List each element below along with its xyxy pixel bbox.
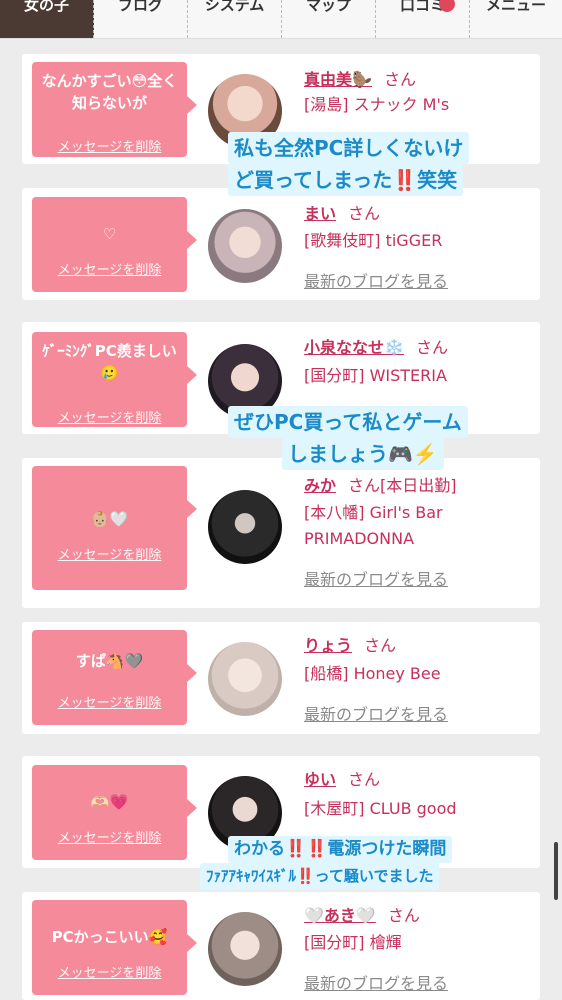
attendance-badge: [本日出勤] (380, 476, 457, 495)
delete-message-link[interactable]: メッセージを削除 (32, 827, 187, 846)
shop-info: [国分町] 檜輝 (304, 933, 402, 952)
name-line: まい さん (304, 200, 380, 224)
name-line: みか さん[本日出勤] (304, 472, 457, 496)
girl-name-link[interactable]: みか (304, 476, 336, 495)
honorific: さん (364, 636, 397, 655)
tab-menu[interactable]: メニュー (470, 0, 562, 38)
message-text: なんかすごい😳全く知らないが (41, 72, 178, 112)
caption-overlay: ﾌｧｱｱｷｬﾜｲｽｷﾞﾙ‼️って騒いでました (200, 863, 440, 890)
latest-blog-link[interactable]: 最新のブログを見る (304, 268, 448, 292)
shop-info: [本八幡] Girl's Bar PRIMADONNA (304, 503, 443, 548)
delete-message-link[interactable]: メッセージを削除 (32, 544, 187, 563)
message-bubble: なんかすごい😳全く知らないが メッセージを削除 (32, 62, 197, 157)
message-text: 👶🏼🤍 (90, 510, 129, 528)
delete-message-link[interactable]: メッセージを削除 (32, 407, 187, 426)
tab-blog[interactable]: ブログ (94, 0, 188, 38)
caption-overlay: 私も全然PC詳しくないけ (228, 132, 470, 164)
shop-info: [船橋] Honey Bee (304, 664, 441, 683)
message-bubble: 🫶🏻💗 メッセージを削除 (32, 765, 197, 860)
notification-badge (439, 0, 455, 12)
message-bubble: PCかっこいい🥰 メッセージを削除 (32, 900, 197, 995)
shop-info: [国分町] WISTERIA (304, 366, 447, 385)
name-line: りょう さん (304, 632, 396, 656)
tab-system[interactable]: システム (188, 0, 282, 38)
message-text: ｹﾞｰﾐﾝｸﾞPC羨ましい🥲 (42, 342, 177, 382)
message-text: ♡ (102, 225, 117, 243)
name-line: ゆい さん (304, 766, 380, 790)
avatar[interactable] (208, 209, 282, 283)
message-card: ♡ メッセージを削除 まい さん [歌舞伎町] tiGGER 最新のブログを見る (22, 188, 540, 300)
message-text: すぱ🐴🩶 (75, 652, 144, 670)
message-text: PCかっこいい🥰 (51, 928, 168, 946)
message-bubble: すぱ🐴🩶 メッセージを削除 (32, 630, 197, 725)
name-line: 真由美🦫 さん (304, 66, 416, 90)
honorific: さん (348, 476, 381, 495)
caption-overlay: ど買ってしまった‼️笑笑 (228, 164, 464, 196)
honorific: さん (415, 338, 448, 357)
message-card: すぱ🐴🩶 メッセージを削除 りょう さん [船橋] Honey Bee 最新のブロ… (22, 622, 540, 734)
shop-info: [木屋町] CLUB good (304, 799, 457, 818)
delete-message-link[interactable]: メッセージを削除 (32, 692, 187, 711)
latest-blog-link[interactable]: 最新のブログを見る (304, 701, 448, 725)
caption-overlay: わかる‼️‼️電源つけた瞬間 (228, 836, 453, 863)
top-nav: 女の子 ブログ システム マップ 口コミ メニュー (0, 0, 562, 39)
girl-name-link[interactable]: ゆい (304, 770, 336, 789)
message-card: 👶🏼🤍 メッセージを削除 みか さん[本日出勤] [本八幡] Girl's Bar… (22, 458, 540, 608)
message-bubble: ｹﾞｰﾐﾝｸﾞPC羨ましい🥲 メッセージを削除 (32, 332, 197, 427)
delete-message-link[interactable]: メッセージを削除 (32, 136, 187, 155)
avatar[interactable] (208, 642, 282, 716)
delete-message-link[interactable]: メッセージを削除 (32, 962, 187, 981)
shop-info: [湯島] スナック M's (304, 95, 450, 114)
honorific: さん (348, 204, 381, 223)
avatar[interactable] (208, 490, 282, 564)
name-line: 🤍あき🤍 さん (304, 902, 420, 926)
message-text: 🫶🏻💗 (90, 793, 129, 811)
honorific: さん (387, 906, 420, 925)
tab-girls[interactable]: 女の子 (0, 0, 94, 38)
message-bubble: 👶🏼🤍 メッセージを削除 (32, 466, 197, 590)
tab-map[interactable]: マップ (282, 0, 376, 38)
scrollbar[interactable] (554, 842, 558, 900)
latest-blog-link[interactable]: 最新のブログを見る (304, 566, 448, 590)
avatar[interactable] (208, 912, 282, 986)
message-card: PCかっこいい🥰 メッセージを削除 🤍あき🤍 さん [国分町] 檜輝 最新のブログ… (22, 892, 540, 1000)
girl-name-link[interactable]: 🤍あき🤍 (304, 906, 376, 925)
message-bubble: ♡ メッセージを削除 (32, 197, 197, 292)
honorific: さん (383, 70, 416, 89)
caption-overlay: ぜひPC買って私とゲーム (228, 406, 468, 438)
delete-message-link[interactable]: メッセージを削除 (32, 259, 187, 278)
name-line: 小泉ななせ❄️ さん (304, 334, 448, 358)
girl-name-link[interactable]: 小泉ななせ❄️ (304, 338, 404, 357)
girl-name-link[interactable]: りょう (304, 636, 352, 655)
caption-overlay: しましょう🎮⚡️ (282, 438, 444, 470)
latest-blog-link[interactable]: 最新のブログを見る (304, 970, 448, 994)
girl-name-link[interactable]: 真由美🦫 (304, 70, 372, 89)
shop-info: [歌舞伎町] tiGGER (304, 231, 443, 250)
girl-name-link[interactable]: まい (304, 204, 336, 223)
honorific: さん (348, 770, 381, 789)
tab-reviews[interactable]: 口コミ (376, 0, 470, 38)
